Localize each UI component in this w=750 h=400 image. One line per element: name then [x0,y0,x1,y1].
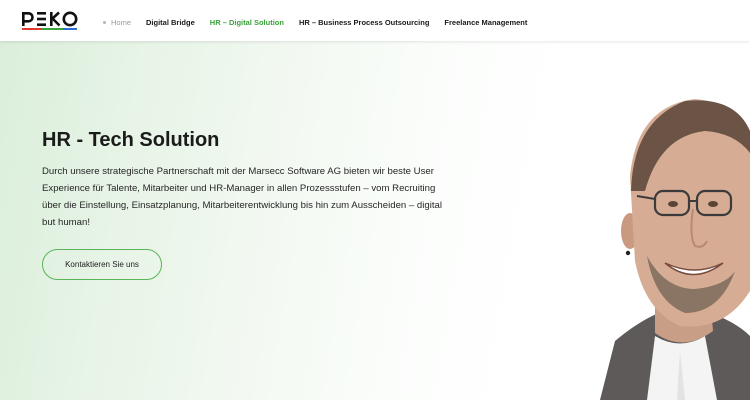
portrait-photo [585,41,750,400]
nav-item-home[interactable]: Home [103,18,131,27]
nav-item-hr-digital-solution[interactable]: HR – Digital Solution [210,18,284,27]
hero-paragraph: Durch unsere strategische Partnerschaft … [42,166,442,228]
nav-item-home-label: Home [111,17,132,27]
nav-item-hr-bpo[interactable]: HR – Business Process Outsourcing [299,18,429,27]
nav-item-digital-bridge[interactable]: Digital Bridge [146,18,195,27]
peko-logo[interactable] [22,11,84,30]
nav-item-freelance-management[interactable]: Freelance Management [444,18,527,27]
main-nav: Home Digital Bridge HR – Digital Solutio… [103,16,542,28]
hero-title: HR - Tech Solution [42,129,220,151]
hero-section: HR - Tech Solution Durch unsere strategi… [0,41,750,400]
top-navigation-bar: Home Digital Bridge HR – Digital Solutio… [0,0,750,41]
contact-us-button[interactable]: Kontaktieren Sie uns [42,249,162,280]
home-bullet-icon [103,20,106,24]
